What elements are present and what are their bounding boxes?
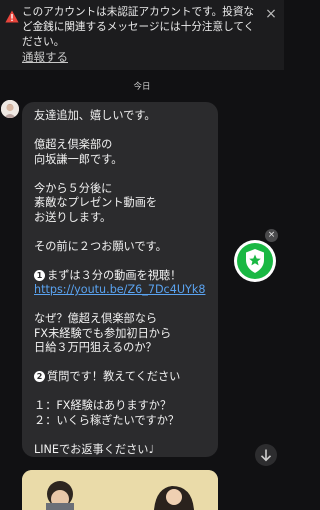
message-line: お送りします。	[34, 210, 112, 224]
step1-text: まずは３分の動画を視聴！	[47, 268, 182, 282]
arrow-down-icon	[260, 449, 272, 462]
number-1-badge: 1	[34, 269, 45, 281]
avatar[interactable]	[1, 100, 19, 118]
youtube-link[interactable]: https://youtu.be/Z6_7Dc4UYk8	[34, 283, 218, 298]
illustration-image	[22, 470, 218, 510]
message-line: 日給３万円狙えるのか？	[34, 341, 157, 354]
message-line: 素敵なプレゼント動画を	[34, 196, 158, 209]
message-line: FX未経験でも参加初日から	[34, 326, 172, 340]
image-message[interactable]	[22, 470, 218, 510]
scroll-down-button[interactable]	[255, 444, 277, 466]
message-line: 億超え倶楽部の	[34, 138, 113, 151]
warning-text: このアカウントは未認証アカウントです。投資など金銭に関連するメッセージには十分注…	[22, 6, 255, 48]
message-line: 向坂謙一郎です。	[34, 152, 123, 166]
security-badge-button[interactable]	[230, 236, 280, 286]
message-line: 友達追加、嬉しいです。	[34, 109, 156, 122]
message-line: なぜ？億超え倶楽部なら	[34, 312, 158, 325]
warning-banner: このアカウントは未認証アカウントです。投資など金銭に関連するメッセージには十分注…	[0, 0, 284, 70]
number-2-badge: 2	[34, 371, 45, 382]
close-banner-button[interactable]: ×	[264, 7, 278, 21]
message-line-step2: 2 質問です！教えてください	[34, 370, 218, 385]
message-line: その前に２つお願いです。	[34, 239, 167, 253]
message-line: LINEでお返事ください♩	[34, 442, 154, 456]
message-line: 今から５分後に	[34, 181, 113, 195]
date-separator: 今日	[133, 82, 151, 92]
close-badge-button[interactable]: ×	[265, 229, 278, 242]
shield-star-icon	[234, 240, 276, 282]
message-text: 友達追加、嬉しいです。 億超え倶楽部の 向坂謙一郎です。 今から５分後に 素敵な…	[34, 109, 218, 457]
avatar-photo-icon	[1, 100, 19, 118]
message-bubble: 友達追加、嬉しいです。 億超え倶楽部の 向坂謙一郎です。 今から５分後に 素敵な…	[22, 102, 218, 457]
report-link[interactable]: 通報する	[22, 49, 68, 65]
message-line-step1: 1 まずは３分の動画を視聴！	[34, 269, 218, 284]
message-line: １：FX経験はありますか？	[34, 399, 172, 412]
message-line: ２：いくら稼ぎたいですか？	[34, 413, 180, 427]
step2-text: 質問です！教えてください	[47, 370, 181, 383]
warning-icon	[5, 10, 19, 23]
